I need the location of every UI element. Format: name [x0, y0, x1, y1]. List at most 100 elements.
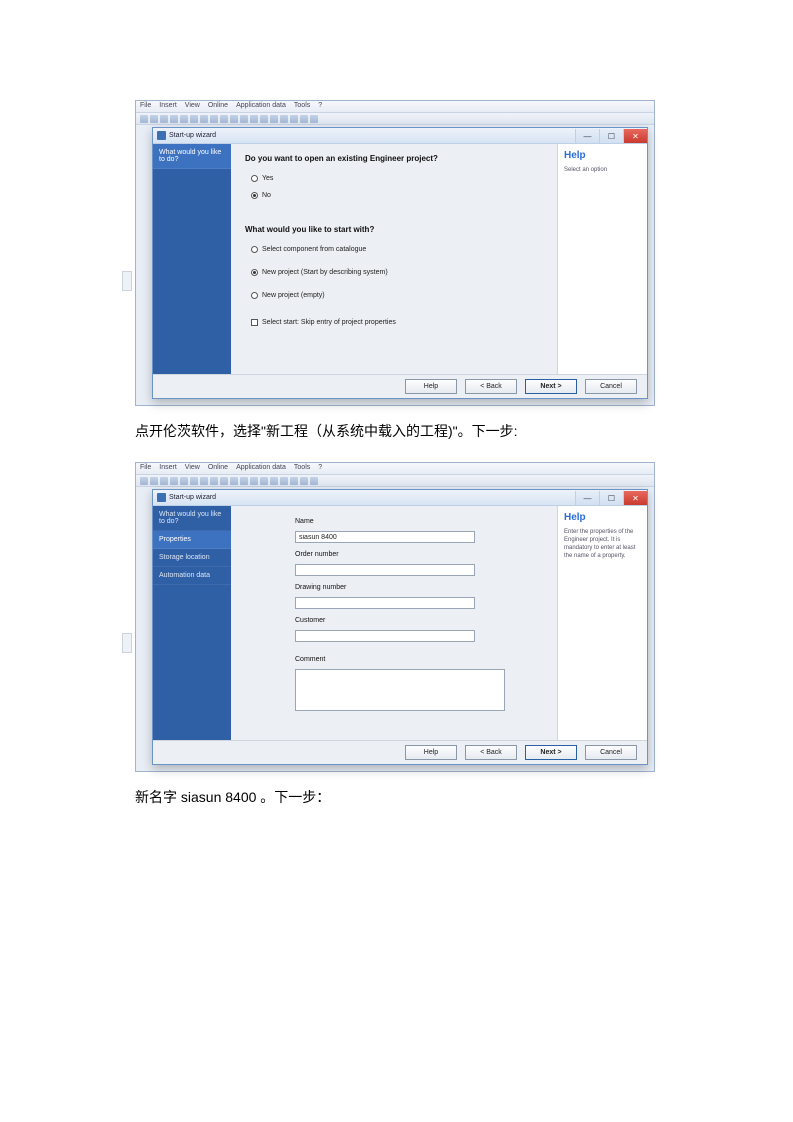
toolbar-icon[interactable]	[280, 115, 288, 123]
toolbar-icon[interactable]	[260, 477, 268, 485]
radio-label: Select component from catalogue	[262, 246, 366, 253]
minimize-button[interactable]: —	[575, 129, 599, 143]
toolbar-icon[interactable]	[210, 477, 218, 485]
toolbar-icon[interactable]	[240, 115, 248, 123]
customer-input[interactable]	[295, 630, 475, 642]
back-button[interactable]: < Back	[465, 745, 517, 760]
radio-new-empty[interactable]: New project (empty)	[251, 292, 543, 299]
radio-label: No	[262, 192, 271, 199]
toolbar-icon[interactable]	[300, 477, 308, 485]
next-button[interactable]: Next >	[525, 745, 577, 760]
cancel-button[interactable]: Cancel	[585, 745, 637, 760]
menu-item[interactable]: File	[140, 464, 151, 473]
toolbar-icon[interactable]	[140, 115, 148, 123]
toolbar-icon[interactable]	[280, 477, 288, 485]
checkbox-label: Select start: Skip entry of project prop…	[262, 319, 396, 326]
toolbar-icon[interactable]	[270, 477, 278, 485]
menu-item[interactable]: View	[185, 464, 200, 473]
drawing-label: Drawing number	[295, 584, 543, 591]
toolbar-icon[interactable]	[180, 477, 188, 485]
toolbar-icon[interactable]	[210, 115, 218, 123]
minimize-button[interactable]: —	[575, 491, 599, 505]
help-text: Enter the properties of the Engineer pro…	[564, 529, 641, 560]
comment-textarea[interactable]	[295, 669, 505, 711]
radio-icon	[251, 192, 258, 199]
maximize-button[interactable]: ☐	[599, 491, 623, 505]
toolbar-icon[interactable]	[160, 115, 168, 123]
drawing-input[interactable]	[295, 597, 475, 609]
sidebar-step-properties[interactable]: Properties	[153, 531, 231, 549]
toolbar-icon[interactable]	[260, 115, 268, 123]
radio-icon	[251, 292, 258, 299]
close-button[interactable]: ✕	[623, 491, 647, 505]
menu-item[interactable]: File	[140, 102, 151, 111]
toolbar-icon[interactable]	[150, 115, 158, 123]
toolbar-icon[interactable]	[150, 477, 158, 485]
toolbar-icon[interactable]	[300, 115, 308, 123]
checkbox-quickstart[interactable]: Select start: Skip entry of project prop…	[251, 319, 543, 326]
toolbar-icon[interactable]	[290, 477, 298, 485]
back-button[interactable]: < Back	[465, 379, 517, 394]
maximize-button[interactable]: ☐	[599, 129, 623, 143]
toolbar-icon[interactable]	[220, 115, 228, 123]
toolbar-icon[interactable]	[310, 115, 318, 123]
help-button[interactable]: Help	[405, 379, 457, 394]
name-label: Name	[295, 518, 543, 525]
menu-item[interactable]: Online	[208, 464, 228, 473]
menu-item[interactable]: Tools	[294, 464, 310, 473]
toolbar	[136, 113, 654, 125]
customer-label: Customer	[295, 617, 543, 624]
sidebar-step-storage[interactable]: Storage location	[153, 549, 231, 567]
toolbar-icon[interactable]	[310, 477, 318, 485]
name-input[interactable]	[295, 531, 475, 543]
menu-item[interactable]: Insert	[159, 464, 177, 473]
radio-catalogue[interactable]: Select component from catalogue	[251, 246, 543, 253]
toolbar-icon[interactable]	[220, 477, 228, 485]
menu-item[interactable]: Application data	[236, 102, 286, 111]
sidebar-step-start[interactable]: What would you like to do?	[153, 506, 231, 531]
next-button[interactable]: Next >	[525, 379, 577, 394]
dialog-titlebar: Start-up wizard — ☐ ✕	[153, 490, 647, 506]
cancel-button[interactable]: Cancel	[585, 379, 637, 394]
toolbar-icon[interactable]	[190, 115, 198, 123]
toolbar-icon[interactable]	[270, 115, 278, 123]
menu-item[interactable]: Online	[208, 102, 228, 111]
toolbar-icon[interactable]	[170, 115, 178, 123]
menu-item[interactable]: ?	[318, 464, 322, 473]
toolbar-icon[interactable]	[200, 477, 208, 485]
toolbar-icon[interactable]	[160, 477, 168, 485]
ruler-fragment	[122, 271, 132, 291]
toolbar-icon[interactable]	[170, 477, 178, 485]
menu-item[interactable]: View	[185, 102, 200, 111]
toolbar-icon[interactable]	[250, 115, 258, 123]
menu-item[interactable]: Application data	[236, 464, 286, 473]
toolbar-icon[interactable]	[230, 115, 238, 123]
comment-label: Comment	[295, 656, 543, 663]
radio-no[interactable]: No	[251, 192, 543, 199]
checkbox-icon	[251, 319, 258, 326]
toolbar-icon[interactable]	[230, 477, 238, 485]
toolbar-icon[interactable]	[290, 115, 298, 123]
order-input[interactable]	[295, 564, 475, 576]
toolbar-icon[interactable]	[240, 477, 248, 485]
help-pane: Help Select an option	[557, 144, 647, 374]
dialog-title: Start-up wizard	[169, 494, 216, 501]
app-window-1: File Insert View Online Application data…	[135, 100, 655, 406]
radio-yes[interactable]: Yes	[251, 175, 543, 182]
menu-item[interactable]: Insert	[159, 102, 177, 111]
toolbar-icon[interactable]	[190, 477, 198, 485]
sidebar-step-automation[interactable]: Automation data	[153, 567, 231, 585]
toolbar-icon[interactable]	[250, 477, 258, 485]
toolbar-icon[interactable]	[200, 115, 208, 123]
menu-item[interactable]: ?	[318, 102, 322, 111]
toolbar-icon[interactable]	[140, 477, 148, 485]
window-buttons: — ☐ ✕	[575, 128, 647, 143]
close-button[interactable]: ✕	[623, 129, 647, 143]
help-text: Select an option	[564, 167, 641, 175]
wizard-sidebar: What would you like to do? Properties St…	[153, 506, 231, 740]
toolbar-icon[interactable]	[180, 115, 188, 123]
sidebar-step-start[interactable]: What would you like to do?	[153, 144, 231, 169]
radio-new-system[interactable]: New project (Start by describing system)	[251, 269, 543, 276]
menu-item[interactable]: Tools	[294, 102, 310, 111]
help-button[interactable]: Help	[405, 745, 457, 760]
